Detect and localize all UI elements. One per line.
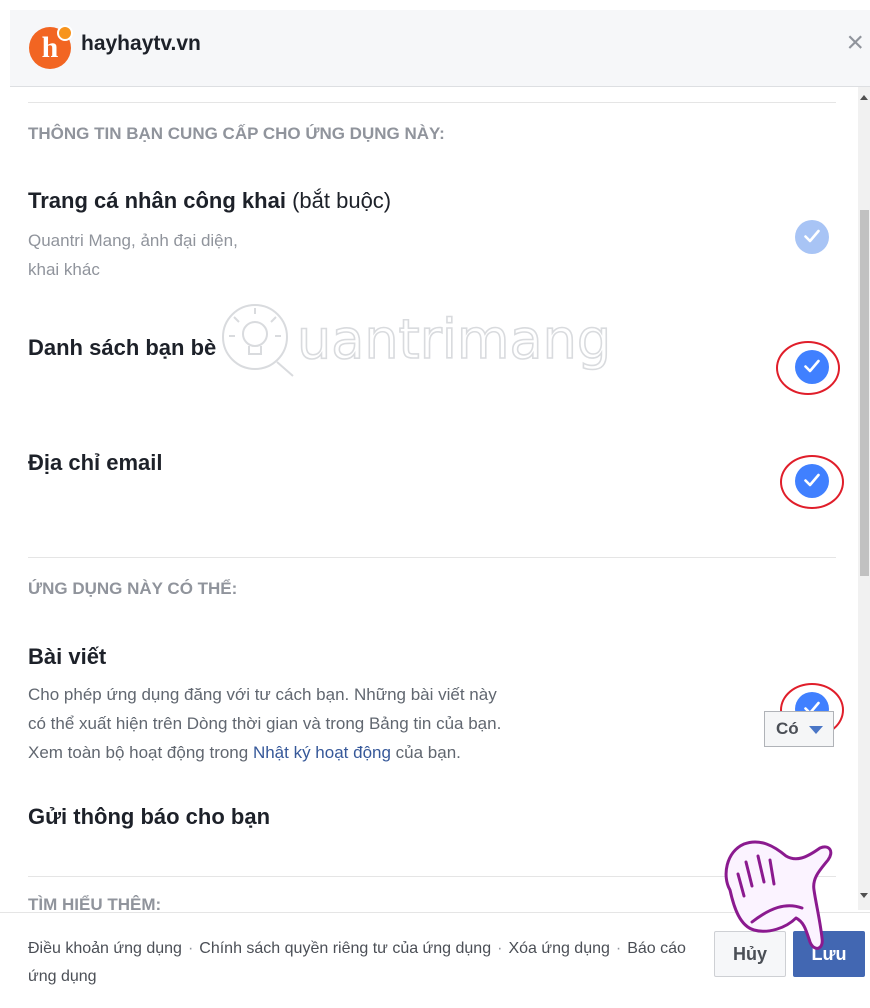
close-icon[interactable]: × — [846, 28, 864, 58]
friends-check-icon[interactable] — [795, 350, 829, 384]
posts-desc-line3-after: của bạn. — [390, 743, 461, 762]
divider — [28, 102, 836, 103]
public-profile-desc-line1: Quantri Mang, ảnh đại diện, — [28, 231, 238, 250]
posts-desc-line3: Xem toàn bộ hoạt động trong Nhật ký hoạt… — [28, 738, 501, 767]
save-button[interactable]: Lưu — [793, 931, 865, 977]
activity-log-link[interactable]: Nhật ký hoạt động — [253, 743, 391, 762]
notifications-dropdown[interactable]: Có — [764, 711, 834, 747]
scrollbar-thumb[interactable] — [860, 210, 869, 576]
email-check-icon[interactable] — [795, 464, 829, 498]
posts-desc-line3-before: Xem toàn bộ hoạt động trong — [28, 743, 253, 762]
public-profile-check-icon — [795, 220, 829, 254]
permission-notifications-title: Gửi thông báo cho bạn — [28, 804, 271, 829]
notifications-dropdown-value: Có — [776, 719, 799, 738]
permission-friends-title: Danh sách bạn bè — [28, 335, 217, 360]
permission-email-title: Địa chỉ email — [28, 450, 163, 475]
divider — [28, 876, 836, 877]
separator: · — [497, 940, 503, 957]
scroll-up-arrow-icon[interactable] — [860, 95, 868, 100]
scroll-down-arrow-icon[interactable] — [860, 893, 868, 898]
dialog-header: h hayhaytv.vn × — [10, 10, 870, 87]
posts-desc-line2: có thể xuất hiện trên Dòng thời gian và … — [28, 714, 502, 733]
logo-letter: h — [41, 31, 59, 64]
app-privacy-policy-link[interactable]: Chính sách quyền riêng tư của ứng dụng — [199, 940, 491, 957]
section-title-provided: THÔNG TIN BẠN CUNG CẤP CHO ỨNG DỤNG NÀY: — [28, 124, 445, 143]
separator: · — [615, 940, 622, 957]
permissions-scroll-region[interactable]: THÔNG TIN BẠN CUNG CẤP CHO ỨNG DỤNG NÀY:… — [0, 87, 858, 910]
cancel-button[interactable]: Hủy — [714, 931, 786, 977]
permission-public-profile-title: Trang cá nhân công khai (bắt buộc) — [28, 188, 391, 214]
remove-app-link[interactable]: Xóa ứng dụng — [508, 940, 609, 957]
footer-links: Điều khoản ứng dụng · Chính sách quyền riê… — [28, 935, 698, 991]
posts-description: Cho phép ứng dụng đăng với tư cách bạn. … — [28, 680, 501, 767]
dropdown-caret-icon — [809, 726, 823, 734]
section-title-learn-more: TÌM HIỂU THÊM: — [28, 895, 162, 910]
app-name: hayhaytv.vn — [81, 32, 201, 55]
required-label: (bắt buộc) — [292, 188, 392, 213]
public-profile-description: Quantri Mang, ảnh đại diện, khai khác — [28, 226, 238, 284]
public-profile-desc-line2: khai khác — [28, 260, 100, 279]
public-profile-label: Trang cá nhân công khai — [28, 188, 286, 213]
divider — [28, 557, 836, 558]
posts-desc-line1: Cho phép ứng dụng đăng với tư cách bạn. … — [28, 685, 497, 704]
permission-posts-title: Bài viết — [28, 644, 107, 669]
separator: · — [187, 940, 194, 957]
app-logo: h — [29, 25, 73, 69]
app-terms-link[interactable]: Điều khoản ứng dụng — [28, 940, 182, 957]
logo-dot — [57, 25, 73, 41]
section-title-can-do: ỨNG DỤNG NÀY CÓ THỂ: — [28, 579, 238, 598]
